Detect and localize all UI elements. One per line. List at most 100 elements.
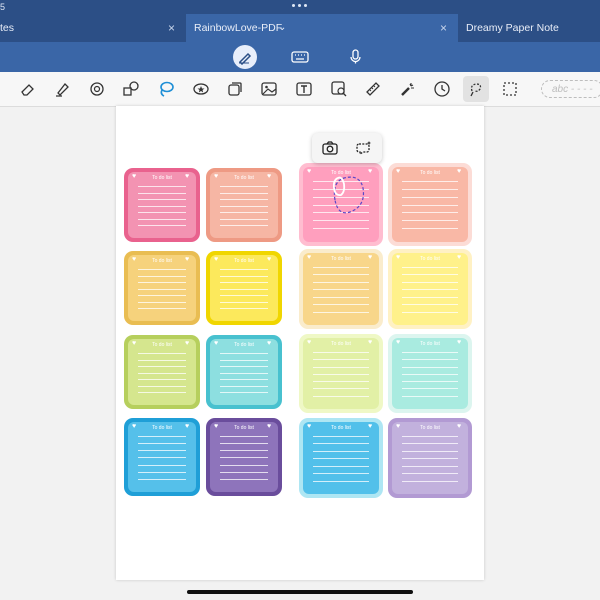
todo-note-card[interactable]: To do list ♥ ♥ — [388, 249, 472, 329]
tape-icon[interactable] — [85, 77, 109, 101]
todo-note-card[interactable]: To do list ♥ ♥ — [124, 418, 200, 496]
image-search-icon[interactable] — [327, 77, 351, 101]
note-rule-line — [402, 281, 458, 283]
lasso-freeform-icon[interactable] — [463, 76, 489, 102]
todo-note-body: To do list ♥ ♥ — [210, 172, 278, 238]
eraser-icon[interactable] — [16, 77, 40, 101]
heart-right-icon: ♥ — [457, 254, 462, 261]
lasso-action-popup — [312, 133, 382, 163]
note-rule-line — [402, 274, 458, 276]
note-rule-line — [138, 192, 186, 194]
tab-rainbowlove-pdf[interactable]: RainbowLove-PDF ⌄ × — [186, 14, 458, 42]
todo-note-card[interactable]: To do list ♥ ♥ — [124, 335, 200, 409]
note-rule-line — [313, 311, 369, 313]
todo-note-card[interactable]: To do list ♥ ♥ — [124, 251, 200, 325]
todo-note-card[interactable]: To do list ♥ ♥ — [299, 249, 383, 329]
clock-icon[interactable] — [430, 77, 454, 101]
note-rule-line — [220, 301, 268, 303]
sticker-icon[interactable] — [189, 77, 213, 101]
text-style-placeholder[interactable]: abc - - - - — [541, 80, 600, 98]
heart-left-icon: ♥ — [396, 254, 401, 261]
note-rule-line — [402, 473, 458, 475]
heart-left-icon: ♥ — [132, 256, 137, 263]
todo-note-card[interactable]: To do list ♥ ♥ — [299, 334, 383, 413]
laser-pointer-icon[interactable] — [396, 77, 420, 101]
heart-left-icon: ♥ — [396, 339, 401, 346]
camera-icon[interactable] — [318, 137, 342, 159]
chevron-down-icon[interactable]: ⌄ — [278, 14, 286, 42]
keyboard-icon[interactable] — [288, 45, 312, 69]
tab-close-icon[interactable]: × — [440, 14, 447, 42]
todo-note-card[interactable]: To do list ♥ ♥ — [124, 168, 200, 242]
note-rule-line — [138, 199, 186, 201]
todo-note-card[interactable]: To do list ♥ ♥ — [206, 335, 282, 409]
note-rule-line — [138, 308, 186, 310]
note-rule-line — [313, 458, 369, 460]
heart-right-icon: ♥ — [457, 339, 462, 346]
note-rule-line — [220, 282, 268, 284]
note-rule-line — [313, 220, 369, 222]
note-rule-line — [220, 478, 268, 480]
heart-left-icon: ♥ — [307, 254, 312, 261]
multitask-dots-icon[interactable] — [292, 4, 308, 8]
note-rule-line — [220, 471, 268, 473]
heart-right-icon: ♥ — [368, 168, 373, 175]
note-rule-line — [313, 289, 369, 291]
ruler-icon[interactable] — [361, 77, 385, 101]
tab-close-icon[interactable]: × — [168, 14, 175, 42]
todo-note-card[interactable]: To do list ♥ ♥ — [388, 163, 472, 246]
image-icon[interactable] — [257, 77, 281, 101]
microphone-icon[interactable] — [344, 45, 368, 69]
note-rule-line — [220, 295, 268, 297]
todo-note-card[interactable]: To do list ♥ ♥ — [388, 334, 472, 413]
status-time: 5 — [0, 2, 6, 12]
home-indicator[interactable] — [187, 590, 413, 594]
note-rule-line — [402, 304, 458, 306]
text-box-icon[interactable] — [292, 77, 316, 101]
todo-note-card[interactable]: To do list ♥ ♥ — [206, 168, 282, 242]
todo-note-card[interactable]: To do list ♥ ♥ — [388, 418, 472, 498]
highlighter-icon[interactable] — [50, 77, 74, 101]
note-rule-line — [402, 188, 458, 190]
note-rule-line — [402, 311, 458, 313]
todo-note-body: To do list ♥ ♥ — [303, 338, 379, 409]
heart-left-icon: ♥ — [214, 340, 219, 347]
note-rule-line — [220, 392, 268, 394]
note-rule-line — [138, 450, 186, 452]
heart-right-icon: ♥ — [185, 423, 190, 430]
lasso-icon[interactable] — [154, 77, 178, 101]
note-rule-line — [402, 388, 458, 390]
tab-label: RainbowLove-PDF — [194, 22, 283, 34]
lasso-selection[interactable] — [330, 172, 366, 218]
tab-notes[interactable]: tes × — [0, 14, 186, 42]
note-rule-line — [313, 359, 369, 361]
note-rule-line — [313, 304, 369, 306]
note-rule-line — [402, 436, 458, 437]
note-rule-line — [313, 480, 369, 482]
note-rule-line — [402, 381, 458, 383]
note-rule-line — [138, 275, 186, 277]
note-rule-line — [138, 471, 186, 473]
note-rule-line — [313, 366, 369, 368]
note-rule-line — [138, 269, 186, 270]
handwriting-pen-icon[interactable] — [233, 45, 257, 69]
ai-lasso-icon[interactable] — [352, 137, 376, 159]
heart-right-icon: ♥ — [457, 423, 462, 430]
todo-note-body: To do list ♥ ♥ — [128, 172, 196, 238]
todo-note-card[interactable]: To do list ♥ ♥ — [299, 418, 383, 498]
tab-dreamy-paper-note[interactable]: Dreamy Paper Note — [466, 14, 600, 42]
note-rule-line — [138, 385, 186, 387]
note-rule-line — [220, 359, 268, 361]
note-rule-line — [402, 465, 458, 467]
note-rule-line — [138, 205, 186, 207]
todo-note-card[interactable]: To do list ♥ ♥ — [206, 418, 282, 496]
note-rule-line — [138, 379, 186, 381]
note-rule-line — [138, 464, 186, 466]
heart-right-icon: ♥ — [267, 256, 272, 263]
element-icon[interactable] — [223, 77, 247, 101]
selection-box-icon[interactable] — [498, 77, 522, 101]
note-rule-line — [220, 366, 268, 368]
todo-note-card[interactable]: To do list ♥ ♥ — [206, 251, 282, 325]
shapes-icon[interactable] — [119, 77, 143, 101]
note-rule-line — [220, 218, 268, 220]
